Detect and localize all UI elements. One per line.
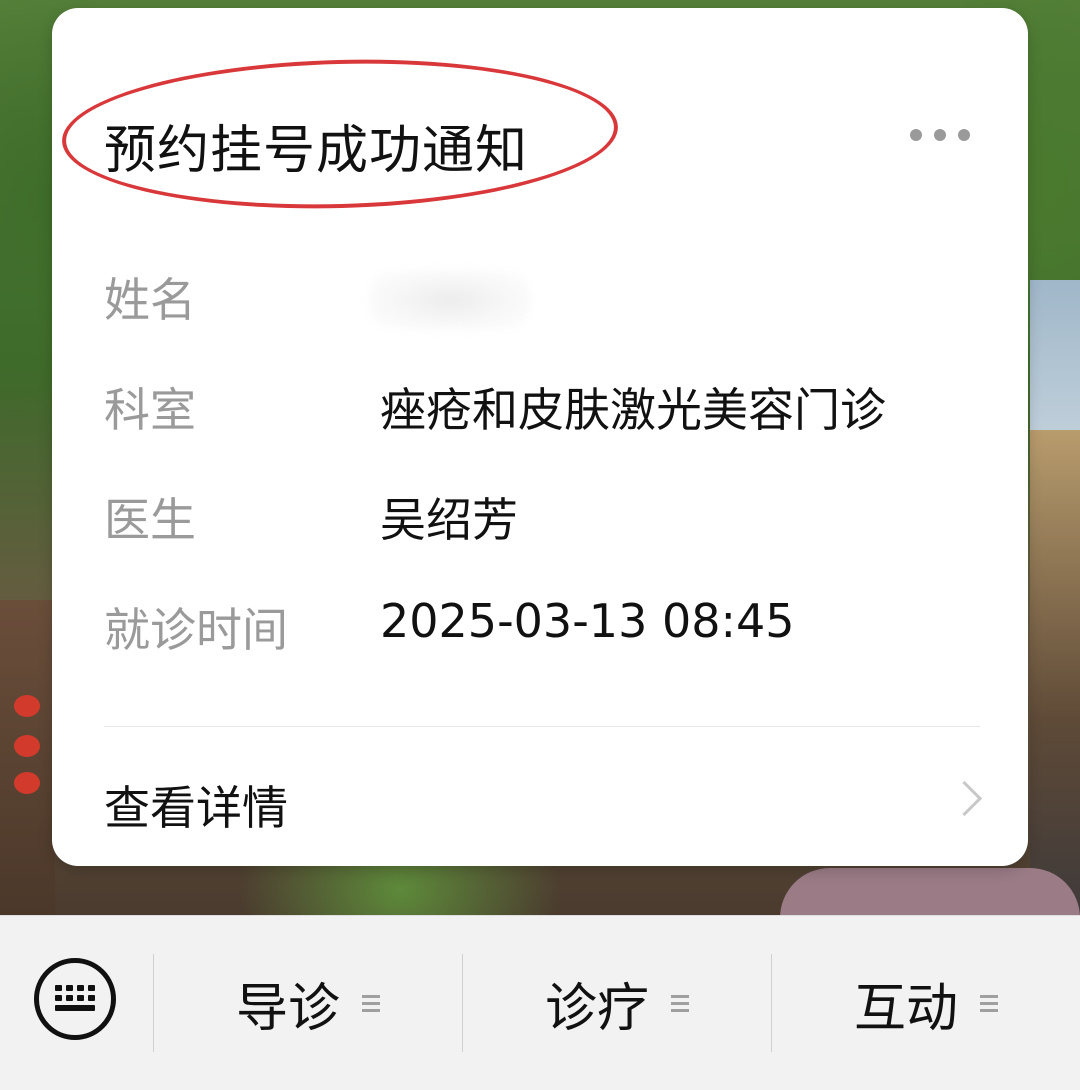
appointment-notification-card[interactable]: 预约挂号成功通知 姓名 科室 痤疮和皮肤激光美容门诊 医生 吴绍芳 就诊时间 2…	[52, 8, 1028, 866]
view-details-link[interactable]: 查看详情	[52, 730, 1028, 866]
menu-lines-icon	[362, 995, 380, 1012]
chevron-right-icon	[946, 780, 983, 817]
keyboard-icon[interactable]	[34, 958, 116, 1040]
menu-lines-icon	[980, 995, 998, 1012]
background-umbrella	[780, 868, 1080, 918]
field-label-name: 姓名	[104, 273, 196, 327]
lantern-decoration	[14, 695, 40, 717]
field-label-doctor: 医生	[104, 493, 196, 547]
more-dots-icon[interactable]	[910, 120, 970, 150]
chat-screen: 预约挂号成功通知 姓名 科室 痤疮和皮肤激光美容门诊 医生 吴绍芳 就诊时间 2…	[0, 0, 1080, 1090]
menu-lines-icon	[671, 995, 689, 1012]
menu-item-interaction[interactable]: 互动	[772, 916, 1080, 1090]
field-value-visit-time: 2025-03-13 08:45	[380, 594, 795, 648]
background-building-right	[1030, 430, 1080, 915]
menu-item-label: 诊疗	[544, 979, 649, 1039]
background-building-left	[0, 600, 55, 915]
menu-item-treatment[interactable]: 诊疗	[463, 916, 771, 1090]
menu-item-label: 导诊	[235, 979, 340, 1039]
menu-item-guide[interactable]: 导诊	[154, 916, 462, 1090]
view-details-label: 查看详情	[104, 781, 288, 835]
lantern-decoration	[14, 772, 40, 794]
menu-item-label: 互动	[853, 979, 958, 1039]
field-value-department: 痤疮和皮肤激光美容门诊	[380, 383, 886, 437]
field-label-visit-time: 就诊时间	[104, 603, 288, 657]
redacted-name-value	[370, 270, 530, 330]
bottom-menu-bar: 导诊 诊疗 互动	[0, 915, 1080, 1090]
lantern-decoration	[14, 735, 40, 757]
notification-title: 预约挂号成功通知	[104, 121, 529, 181]
card-divider	[104, 726, 980, 727]
field-value-doctor: 吴绍芳	[380, 493, 518, 547]
field-label-department: 科室	[104, 383, 196, 437]
